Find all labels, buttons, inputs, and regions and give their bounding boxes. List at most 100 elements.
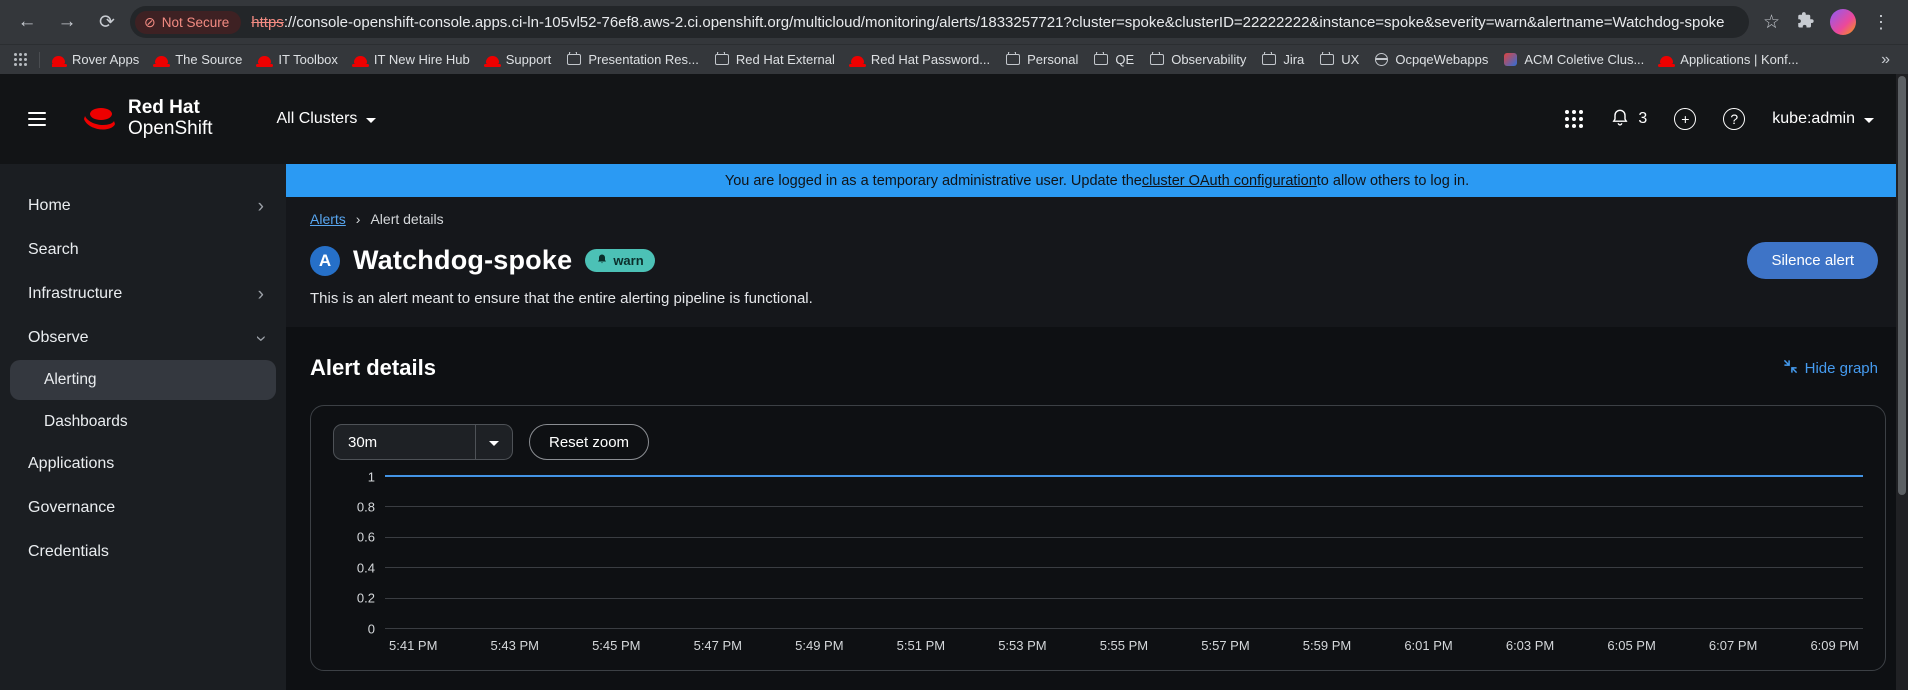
- chevron-down-icon: [1864, 118, 1874, 123]
- bookmark-item[interactable]: IT New Hire Hub: [354, 52, 470, 67]
- chevron-down-icon[interactable]: [476, 439, 512, 446]
- bookmark-item[interactable]: Jira: [1262, 52, 1304, 67]
- folder-icon: [1262, 54, 1276, 65]
- extensions-puzzle-icon[interactable]: [1796, 11, 1814, 34]
- bookmark-item[interactable]: Red Hat External: [715, 52, 835, 67]
- folder-icon: [1094, 54, 1108, 65]
- bookmark-star-icon[interactable]: ☆: [1763, 11, 1780, 34]
- not-secure-badge[interactable]: ⊘ Not Secure: [135, 11, 241, 34]
- x-axis-label: 6:07 PM: [1709, 638, 1757, 653]
- y-axis-tick-label: 0.6: [335, 530, 375, 545]
- alert-description: This is an alert meant to ensure that th…: [310, 290, 1886, 307]
- bookmark-item[interactable]: Observability: [1150, 52, 1246, 67]
- app-launcher-icon[interactable]: [1565, 110, 1583, 128]
- bookmark-item[interactable]: ACM Coletive Clus...: [1504, 52, 1644, 67]
- gridline: 0: [385, 628, 1863, 629]
- bookmark-item[interactable]: Support: [486, 52, 552, 67]
- hamburger-menu-icon[interactable]: [28, 108, 46, 130]
- bookmark-item[interactable]: IT Toolbox: [258, 52, 338, 67]
- help-icon[interactable]: ?: [1723, 108, 1745, 130]
- reload-icon[interactable]: ⟳: [90, 5, 124, 39]
- sidebar-item-search[interactable]: Search: [0, 228, 286, 272]
- apps-grid-icon[interactable]: [14, 53, 27, 66]
- notifications-bell[interactable]: 3: [1610, 107, 1647, 132]
- oauth-config-link[interactable]: cluster OAuth configuration: [1142, 173, 1317, 189]
- bookmark-label: IT Toolbox: [278, 52, 338, 67]
- bookmark-label: Red Hat Password...: [871, 52, 990, 67]
- chevron-down-icon: [366, 118, 376, 123]
- x-axis-label: 5:43 PM: [491, 638, 539, 653]
- y-axis-tick-label: 0: [335, 621, 375, 636]
- silence-alert-button[interactable]: Silence alert: [1747, 242, 1878, 279]
- bookmarks-overflow-icon[interactable]: »: [1877, 51, 1894, 69]
- user-menu[interactable]: kube:admin: [1772, 110, 1874, 128]
- bookmark-item[interactable]: Applications | Konf...: [1660, 52, 1798, 67]
- bookmark-item[interactable]: OcpqeWebapps: [1375, 52, 1488, 67]
- x-axis-label: 6:01 PM: [1404, 638, 1452, 653]
- sidebar-item-dashboards[interactable]: Dashboards: [0, 402, 286, 442]
- browser-toolbar: ← → ⟳ ⊘ Not Secure https://console-opens…: [0, 0, 1908, 44]
- url-rest: ://console-openshift-console.apps.ci-ln-…: [284, 14, 1725, 31]
- brand-line1: Red Hat: [128, 98, 213, 119]
- browser-menu-icon[interactable]: ⋮: [1872, 12, 1890, 33]
- bookmark-label: Personal: [1027, 52, 1078, 67]
- bookmark-item[interactable]: Rover Apps: [52, 52, 139, 67]
- forward-icon[interactable]: →: [50, 5, 84, 39]
- x-axis-label: 5:47 PM: [694, 638, 742, 653]
- bookmark-item[interactable]: UX: [1320, 52, 1359, 67]
- back-icon[interactable]: ←: [10, 5, 44, 39]
- severity-badge-label: warn: [613, 253, 643, 268]
- bookmark-label: OcpqeWebapps: [1395, 52, 1488, 67]
- banner-text-after: to allow others to log in.: [1317, 173, 1469, 189]
- url-bar[interactable]: ⊘ Not Secure https://console-openshift-c…: [130, 6, 1749, 38]
- alert-chart[interactable]: 00.20.40.60.81 5:41 PM5:43 PM5:45 PM5:47…: [385, 476, 1863, 653]
- bell-icon: [596, 253, 608, 268]
- hide-graph-link[interactable]: Hide graph: [1783, 359, 1878, 378]
- profile-avatar[interactable]: [1830, 9, 1856, 35]
- alert-details-page: Alerts › Alert details A Watchdog-spoke …: [286, 197, 1908, 690]
- sidebar-item-infrastructure[interactable]: Infrastructure›: [0, 272, 286, 316]
- cluster-selector-dropdown[interactable]: All Clusters: [277, 110, 377, 128]
- bookmark-item[interactable]: The Source: [155, 52, 242, 67]
- username: kube:admin: [1772, 110, 1855, 128]
- chevron-down-icon: ›: [251, 335, 270, 341]
- alert-icon: A: [310, 246, 340, 276]
- bookmark-item[interactable]: QE: [1094, 52, 1134, 67]
- page-header: Alerts › Alert details A Watchdog-spoke …: [286, 197, 1908, 327]
- add-icon[interactable]: +: [1674, 108, 1696, 130]
- redhat-icon: [1660, 56, 1673, 64]
- bookmark-label: Jira: [1283, 52, 1304, 67]
- bookmark-item[interactable]: Personal: [1006, 52, 1078, 67]
- reset-zoom-button[interactable]: Reset zoom: [529, 424, 649, 460]
- bookmark-item[interactable]: Red Hat Password...: [851, 52, 990, 67]
- notification-count: 3: [1638, 110, 1647, 128]
- chevron-right-icon: ›: [258, 197, 264, 216]
- redhat-icon: [52, 56, 65, 64]
- sidebar-item-label: Governance: [28, 499, 115, 517]
- sidebar-item-alerting[interactable]: Alerting: [10, 360, 276, 400]
- redhat-hat-icon: [80, 103, 118, 135]
- scrollbar-thumb[interactable]: [1898, 76, 1906, 495]
- sidebar-item-credentials[interactable]: Credentials: [0, 530, 286, 574]
- bookmark-item[interactable]: Presentation Res...: [567, 52, 699, 67]
- x-axis-label: 5:51 PM: [897, 638, 945, 653]
- x-axis-label: 5:49 PM: [795, 638, 843, 653]
- folder-icon: [567, 54, 581, 65]
- scrollbar-track[interactable]: [1896, 74, 1908, 690]
- sidebar-item-governance[interactable]: Governance: [0, 486, 286, 530]
- bookmarks-bar: Rover Apps The Source IT Toolbox IT New Hir…: [0, 44, 1908, 74]
- not-secure-label: Not Secure: [162, 15, 230, 30]
- duration-select[interactable]: 30m: [333, 424, 513, 460]
- breadcrumb: Alerts › Alert details: [310, 211, 1886, 227]
- x-axis-labels: 5:41 PM5:43 PM5:45 PM5:47 PM5:49 PM5:51 …: [385, 638, 1863, 653]
- sidebar-item-observe[interactable]: Observe ›: [0, 316, 286, 360]
- section-title: Alert details: [310, 355, 436, 381]
- sidebar-item-label: Home: [28, 197, 71, 215]
- masthead: Red Hat OpenShift All Clusters 3 + ? kub…: [0, 74, 1908, 164]
- bookmark-label: Applications | Konf...: [1680, 52, 1798, 67]
- breadcrumb-alerts-link[interactable]: Alerts: [310, 211, 346, 227]
- sidebar-item-applications[interactable]: Applications: [0, 442, 286, 486]
- sidebar-item-label: Observe: [28, 329, 88, 347]
- y-axis-tick-label: 0.8: [335, 499, 375, 514]
- sidebar-item-home[interactable]: Home ›: [0, 184, 286, 228]
